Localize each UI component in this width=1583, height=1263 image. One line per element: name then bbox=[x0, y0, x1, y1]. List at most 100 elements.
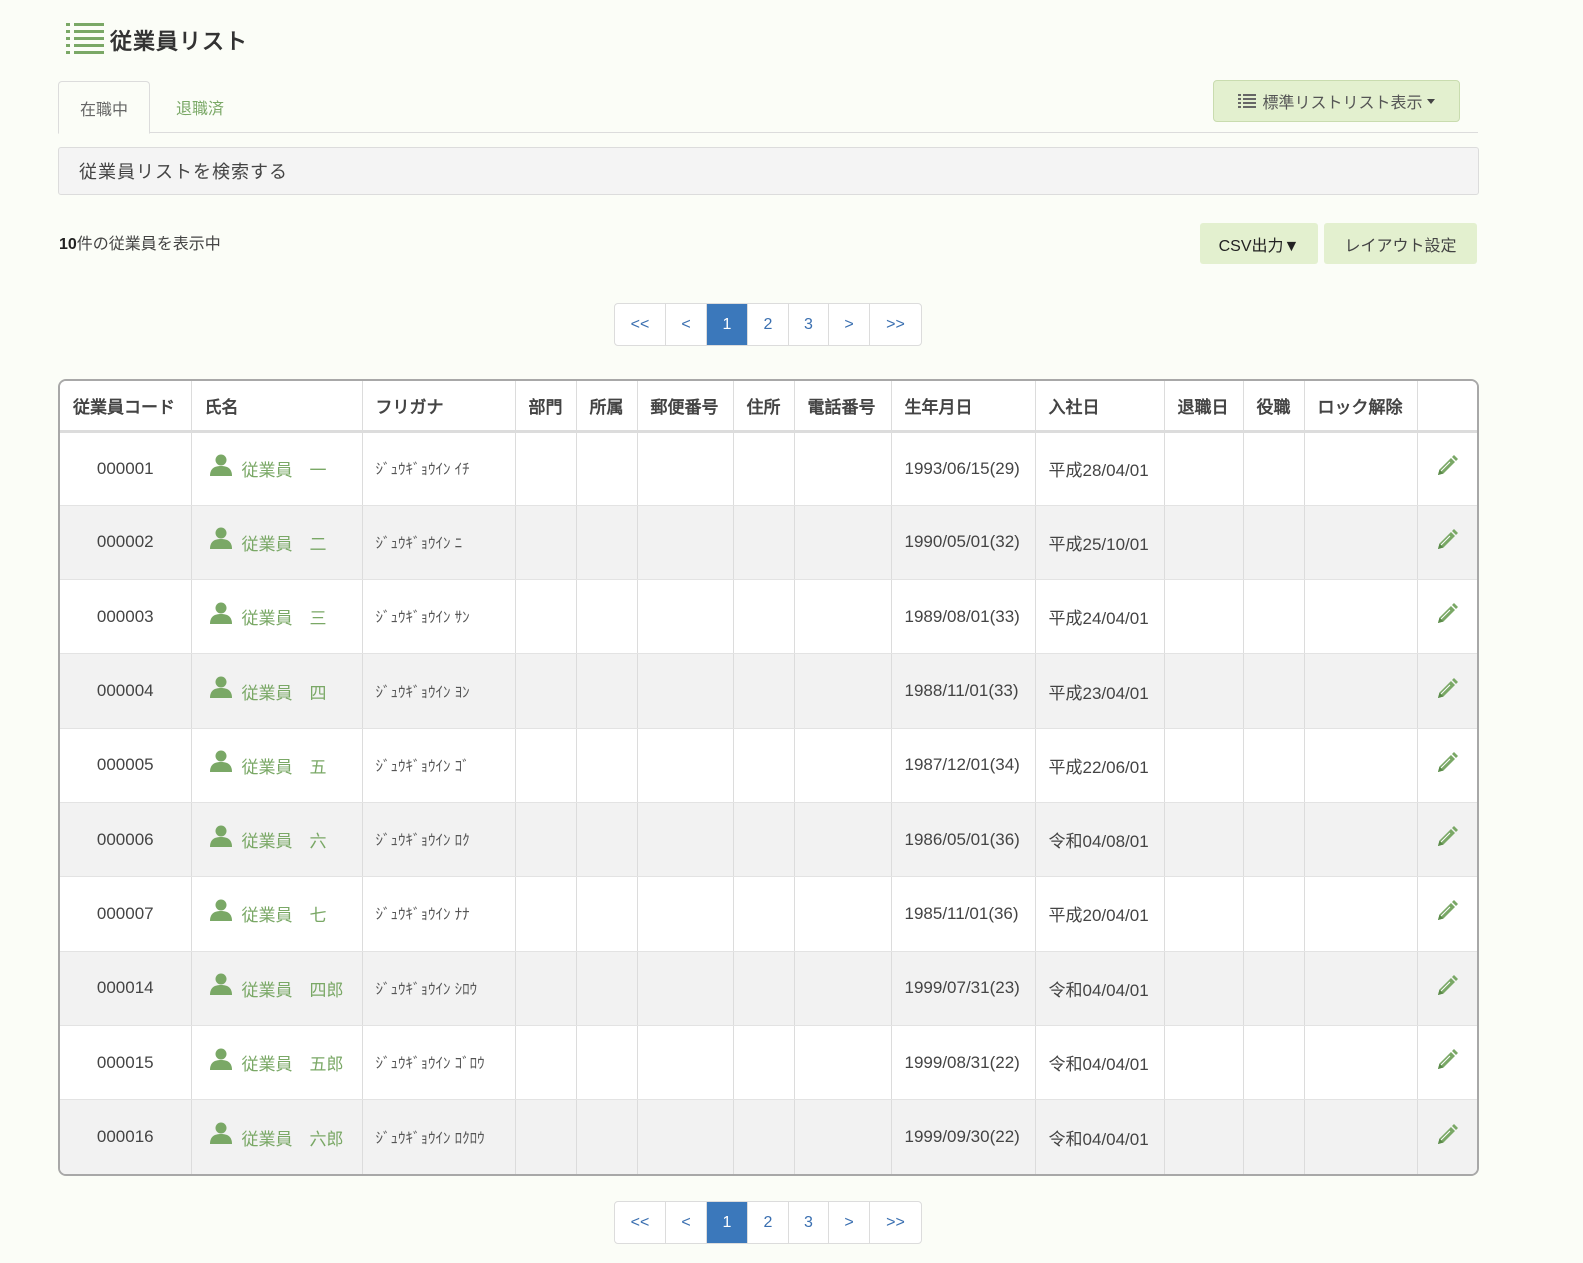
edit-cell bbox=[1417, 505, 1477, 581]
employee-name-link[interactable]: 従業員 四 bbox=[242, 679, 327, 704]
employee-address bbox=[733, 505, 795, 581]
view-mode-dropdown[interactable]: 標準リストリスト表示 bbox=[1213, 80, 1460, 122]
page-3[interactable]: 3 bbox=[789, 1202, 829, 1243]
edit-cell bbox=[1417, 876, 1477, 952]
column-header[interactable]: 住所 bbox=[733, 381, 795, 433]
employee-name-cell[interactable]: 従業員 七 bbox=[191, 876, 363, 952]
employee-dept bbox=[515, 728, 577, 803]
pencil-icon[interactable] bbox=[1435, 751, 1459, 775]
pagination-bottom: << < 1 2 3 > >> bbox=[614, 1201, 922, 1244]
employee-dept bbox=[515, 876, 577, 952]
layout-settings-button[interactable]: レイアウト設定 bbox=[1324, 223, 1477, 264]
page-prev[interactable]: < bbox=[666, 304, 707, 345]
edit-cell bbox=[1417, 728, 1477, 803]
page-next[interactable]: > bbox=[829, 304, 870, 345]
employee-name-cell[interactable]: 従業員 一 bbox=[191, 431, 363, 506]
pencil-icon[interactable] bbox=[1435, 602, 1459, 626]
employee-phone bbox=[794, 876, 892, 952]
page-next[interactable]: > bbox=[829, 1202, 870, 1243]
column-header[interactable]: 入社日 bbox=[1035, 381, 1165, 433]
list-icon bbox=[66, 23, 104, 54]
page-3[interactable]: 3 bbox=[789, 304, 829, 345]
pencil-icon[interactable] bbox=[1435, 1123, 1459, 1147]
employee-unlock bbox=[1304, 1025, 1418, 1101]
employee-name-cell[interactable]: 従業員 六 bbox=[191, 802, 363, 878]
employee-affiliation bbox=[576, 1025, 638, 1101]
page-1[interactable]: 1 bbox=[707, 1202, 748, 1243]
pencil-icon[interactable] bbox=[1435, 1048, 1459, 1072]
employee-name-link[interactable]: 従業員 四郎 bbox=[242, 976, 344, 1001]
employee-name-cell[interactable]: 従業員 四郎 bbox=[191, 951, 363, 1026]
employee-birthdate: 1986/05/01(36) bbox=[891, 802, 1036, 878]
employee-name-link[interactable]: 従業員 二 bbox=[242, 530, 327, 555]
employee-name-link[interactable]: 従業員 一 bbox=[242, 456, 327, 481]
employee-code: 000016 bbox=[60, 1099, 192, 1174]
pencil-icon[interactable] bbox=[1435, 454, 1459, 478]
employee-name-cell[interactable]: 従業員 二 bbox=[191, 505, 363, 581]
employee-name-link[interactable]: 従業員 五郎 bbox=[242, 1050, 344, 1075]
edit-cell bbox=[1417, 1025, 1477, 1101]
employee-address bbox=[733, 876, 795, 952]
employee-name-link[interactable]: 従業員 六 bbox=[242, 827, 327, 852]
employee-address bbox=[733, 431, 795, 506]
employee-address bbox=[733, 579, 795, 655]
employee-name-cell[interactable]: 従業員 五 bbox=[191, 728, 363, 803]
pencil-icon[interactable] bbox=[1435, 677, 1459, 701]
column-header bbox=[1417, 381, 1477, 433]
page-last[interactable]: >> bbox=[870, 304, 921, 345]
column-header[interactable]: 生年月日 bbox=[891, 381, 1036, 433]
page-1[interactable]: 1 bbox=[707, 304, 748, 345]
page-last[interactable]: >> bbox=[870, 1202, 921, 1243]
tab-retired-employees[interactable]: 退職済 bbox=[155, 81, 245, 133]
pencil-icon[interactable] bbox=[1435, 825, 1459, 849]
csv-export-button[interactable]: CSV出力▼ bbox=[1200, 223, 1318, 264]
employee-name-link[interactable]: 従業員 六郎 bbox=[242, 1125, 344, 1150]
employee-name-link[interactable]: 従業員 三 bbox=[242, 604, 327, 629]
page-2[interactable]: 2 bbox=[748, 304, 789, 345]
employee-name-cell[interactable]: 従業員 六郎 bbox=[191, 1099, 363, 1174]
column-header[interactable]: 役職 bbox=[1243, 381, 1305, 433]
employee-unlock bbox=[1304, 505, 1418, 581]
pencil-icon[interactable] bbox=[1435, 974, 1459, 998]
employee-retire-date bbox=[1164, 1025, 1244, 1101]
employee-birthdate: 1999/07/31(23) bbox=[891, 951, 1036, 1026]
employee-position bbox=[1243, 653, 1305, 729]
employee-retire-date bbox=[1164, 951, 1244, 1026]
column-header[interactable]: 退職日 bbox=[1164, 381, 1244, 433]
column-header[interactable]: 所属 bbox=[576, 381, 638, 433]
employee-phone bbox=[794, 728, 892, 803]
pencil-icon[interactable] bbox=[1435, 528, 1459, 552]
employee-name-cell[interactable]: 従業員 三 bbox=[191, 579, 363, 655]
employee-phone bbox=[794, 802, 892, 878]
employee-affiliation bbox=[576, 802, 638, 878]
employee-name-link[interactable]: 従業員 七 bbox=[242, 901, 327, 926]
employee-address bbox=[733, 951, 795, 1026]
column-header[interactable]: 郵便番号 bbox=[637, 381, 734, 433]
column-header[interactable]: 氏名 bbox=[191, 381, 363, 433]
employee-name-link[interactable]: 従業員 五 bbox=[242, 753, 327, 778]
column-header[interactable]: 従業員コード bbox=[60, 381, 192, 433]
employee-name-cell[interactable]: 従業員 五郎 bbox=[191, 1025, 363, 1101]
employee-name-cell[interactable]: 従業員 四 bbox=[191, 653, 363, 729]
employee-code: 000006 bbox=[60, 802, 192, 878]
page-2[interactable]: 2 bbox=[748, 1202, 789, 1243]
user-icon bbox=[209, 602, 232, 624]
page-prev[interactable]: < bbox=[666, 1202, 707, 1243]
search-panel-toggle[interactable]: 従業員リストを検索する bbox=[58, 147, 1479, 195]
pencil-icon[interactable] bbox=[1435, 899, 1459, 923]
employee-kana: ｼﾞｭｳｷﾞｮｳｲﾝ ｺﾞ bbox=[362, 728, 516, 803]
column-header[interactable]: ロック解除 bbox=[1304, 381, 1418, 433]
user-icon bbox=[209, 899, 232, 921]
employee-code: 000002 bbox=[60, 505, 192, 581]
employee-table: 従業員コード 氏名 フリガナ 部門 所属 郵便番号 住所 電話番号 生年月日 入… bbox=[58, 379, 1479, 1176]
column-header[interactable]: 電話番号 bbox=[794, 381, 892, 433]
column-header[interactable]: 部門 bbox=[515, 381, 577, 433]
table-row: 000001 従業員 一 ｼﾞｭｳｷﾞｮｳｲﾝ ｲﾁ 1993/06/15(29… bbox=[60, 431, 1477, 506]
employee-code: 000003 bbox=[60, 579, 192, 655]
pagination-top: << < 1 2 3 > >> bbox=[614, 303, 922, 346]
page-first[interactable]: << bbox=[615, 1202, 666, 1243]
tab-active-employees[interactable]: 在職中 bbox=[58, 81, 150, 134]
column-header[interactable]: フリガナ bbox=[362, 381, 516, 433]
page-first[interactable]: << bbox=[615, 304, 666, 345]
result-count-number: 10 bbox=[59, 236, 77, 253]
